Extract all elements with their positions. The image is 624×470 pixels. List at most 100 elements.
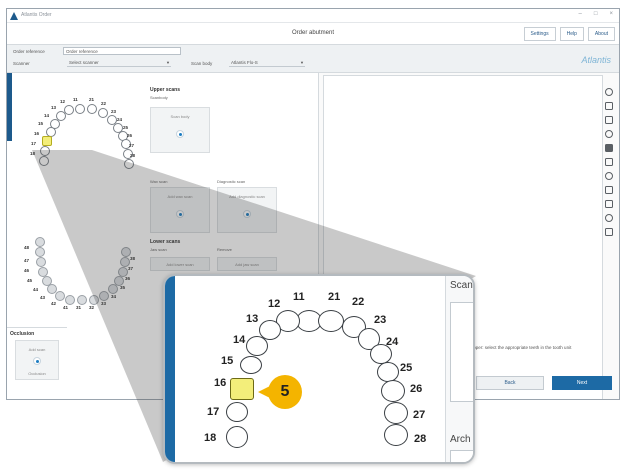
back-button[interactable]: Back (476, 376, 544, 390)
tooth-15[interactable] (240, 356, 262, 374)
occlusion-panel: Occlusion Add scan Occlusion (7, 327, 67, 399)
mini-tooth-18[interactable] (39, 156, 49, 166)
mini-tooth-number: 38 (130, 256, 136, 261)
mini-tooth-33[interactable] (99, 291, 109, 301)
right-view-icon[interactable] (604, 199, 614, 209)
chevron-down-icon: ▼ (166, 60, 170, 65)
add-lower-scan-button[interactable]: Add lower scan (150, 257, 210, 271)
mini-tooth-48[interactable] (35, 237, 45, 247)
tooth-28[interactable] (384, 424, 408, 446)
mini-tooth-number: 31 (76, 305, 82, 310)
mini-tooth-28[interactable] (124, 159, 134, 169)
mini-tooth-22[interactable] (98, 108, 108, 118)
mini-tooth-number: 43 (40, 295, 46, 300)
scanner-label: Scanner (13, 61, 30, 66)
settings-link[interactable]: Settings (523, 27, 556, 41)
mini-tooth-number: 41 (63, 305, 69, 310)
back-view-icon[interactable] (604, 171, 614, 181)
about-link[interactable]: About (587, 27, 615, 41)
tooth-21[interactable] (318, 310, 344, 332)
mini-tooth-number: 47 (24, 258, 30, 263)
tooth-number-22: 22 (352, 296, 365, 308)
occlusion-upload[interactable]: Add scan Occlusion (15, 340, 59, 380)
mini-tooth-17[interactable] (40, 146, 50, 156)
order-reference-input[interactable]: Order reference (63, 47, 181, 55)
scan-body-upload-label: Scan body (170, 114, 190, 119)
scan-body-select-value: Atlantis Flo-S (231, 60, 258, 65)
upper-scans-subtitle: Scanbody (150, 95, 168, 100)
maximize-button[interactable]: □ (594, 11, 598, 17)
instruction-text: Upper: select the appropriate teeth in t… (470, 345, 572, 350)
upload-icon (176, 130, 184, 138)
tooth-17[interactable] (226, 402, 248, 422)
occlusion-sub-label: Occlusion (28, 371, 46, 376)
bottom-view-icon[interactable] (604, 227, 614, 237)
panel-accent-bar (7, 73, 12, 141)
mini-tooth-number: 18 (30, 151, 36, 156)
pan-icon[interactable] (604, 87, 614, 97)
mini-tooth-16[interactable] (42, 136, 52, 146)
tooth-16[interactable] (230, 378, 254, 400)
mini-tooth-32[interactable] (89, 295, 99, 305)
mini-tooth-number: 22 (101, 101, 107, 106)
scan-body-upload[interactable]: Scan body (150, 107, 210, 153)
mini-tooth-21[interactable] (87, 104, 97, 114)
help-link[interactable]: Help (559, 27, 584, 41)
tooth-26[interactable] (381, 380, 405, 402)
mini-tooth-number: 36 (125, 276, 131, 281)
add-jaw-scan-button[interactable]: Add jaw scan (217, 257, 277, 271)
zoom-icon[interactable] (604, 101, 614, 111)
tooth-14[interactable] (246, 336, 268, 356)
magnified-side-panel: Scan Arch (445, 276, 473, 462)
mini-tooth-number: 25 (123, 125, 129, 130)
mini-tooth-42[interactable] (55, 291, 65, 301)
tooth-number-26: 26 (410, 383, 423, 395)
app-title: Atlantis Order (21, 12, 52, 18)
wax-scan-upload[interactable]: Add wax scan (150, 187, 210, 233)
tooth-number-16: 16 (214, 377, 227, 389)
tooth-25[interactable] (377, 362, 399, 382)
tooth-number-18: 18 (204, 432, 217, 444)
magnified-accent-bar (165, 276, 175, 462)
mini-tooth-number: 37 (128, 266, 134, 271)
left-view-icon[interactable] (604, 185, 614, 195)
tooth-number-21: 21 (328, 291, 341, 303)
mini-tooth-44[interactable] (42, 276, 52, 286)
tooth-number-17: 17 (207, 406, 220, 418)
top-links: Settings Help About (523, 27, 615, 41)
occlusion-title: Occlusion (10, 331, 35, 337)
scanner-select[interactable]: Select scanner ▼ (67, 59, 171, 67)
mini-tooth-number: 35 (120, 285, 126, 290)
chevron-down-icon: ▼ (300, 60, 304, 65)
wax-scan-title: Wax scan (150, 179, 168, 184)
solid-icon[interactable] (604, 143, 614, 153)
mini-tooth-number: 11 (73, 97, 78, 102)
tooth-number-25: 25 (400, 362, 413, 374)
top-view-icon[interactable] (604, 213, 614, 223)
diagnostic-scan-upload[interactable]: Add diagnostic scan (217, 187, 277, 233)
mini-tooth-46[interactable] (36, 257, 46, 267)
rotate-icon[interactable] (604, 115, 614, 125)
window-controls: – □ × (579, 11, 613, 17)
view-toolbar (602, 87, 616, 237)
scan-body-label: Scan body (191, 61, 213, 66)
mini-tooth-number: 34 (111, 294, 117, 299)
mini-tooth-47[interactable] (35, 247, 45, 257)
scan-body-select[interactable]: Atlantis Flo-S ▼ (229, 59, 305, 67)
reset-view-icon[interactable] (604, 129, 614, 139)
tooth-18[interactable] (226, 426, 248, 448)
mini-tooth-41[interactable] (65, 295, 75, 305)
mini-tooth-number: 28 (130, 153, 136, 158)
remove-label: Remove (217, 247, 232, 252)
close-button[interactable]: × (609, 11, 613, 17)
mini-tooth-45[interactable] (38, 267, 48, 277)
mini-tooth-31[interactable] (77, 295, 87, 305)
magnified-arch-label: Arch (450, 434, 471, 445)
minimize-button[interactable]: – (579, 11, 582, 17)
front-view-icon[interactable] (604, 157, 614, 167)
mini-tooth-11[interactable] (75, 104, 85, 114)
mini-tooth-number: 15 (38, 121, 44, 126)
magnified-arch-box (450, 450, 473, 462)
tooth-27[interactable] (384, 402, 408, 424)
next-button[interactable]: Next (552, 376, 612, 390)
